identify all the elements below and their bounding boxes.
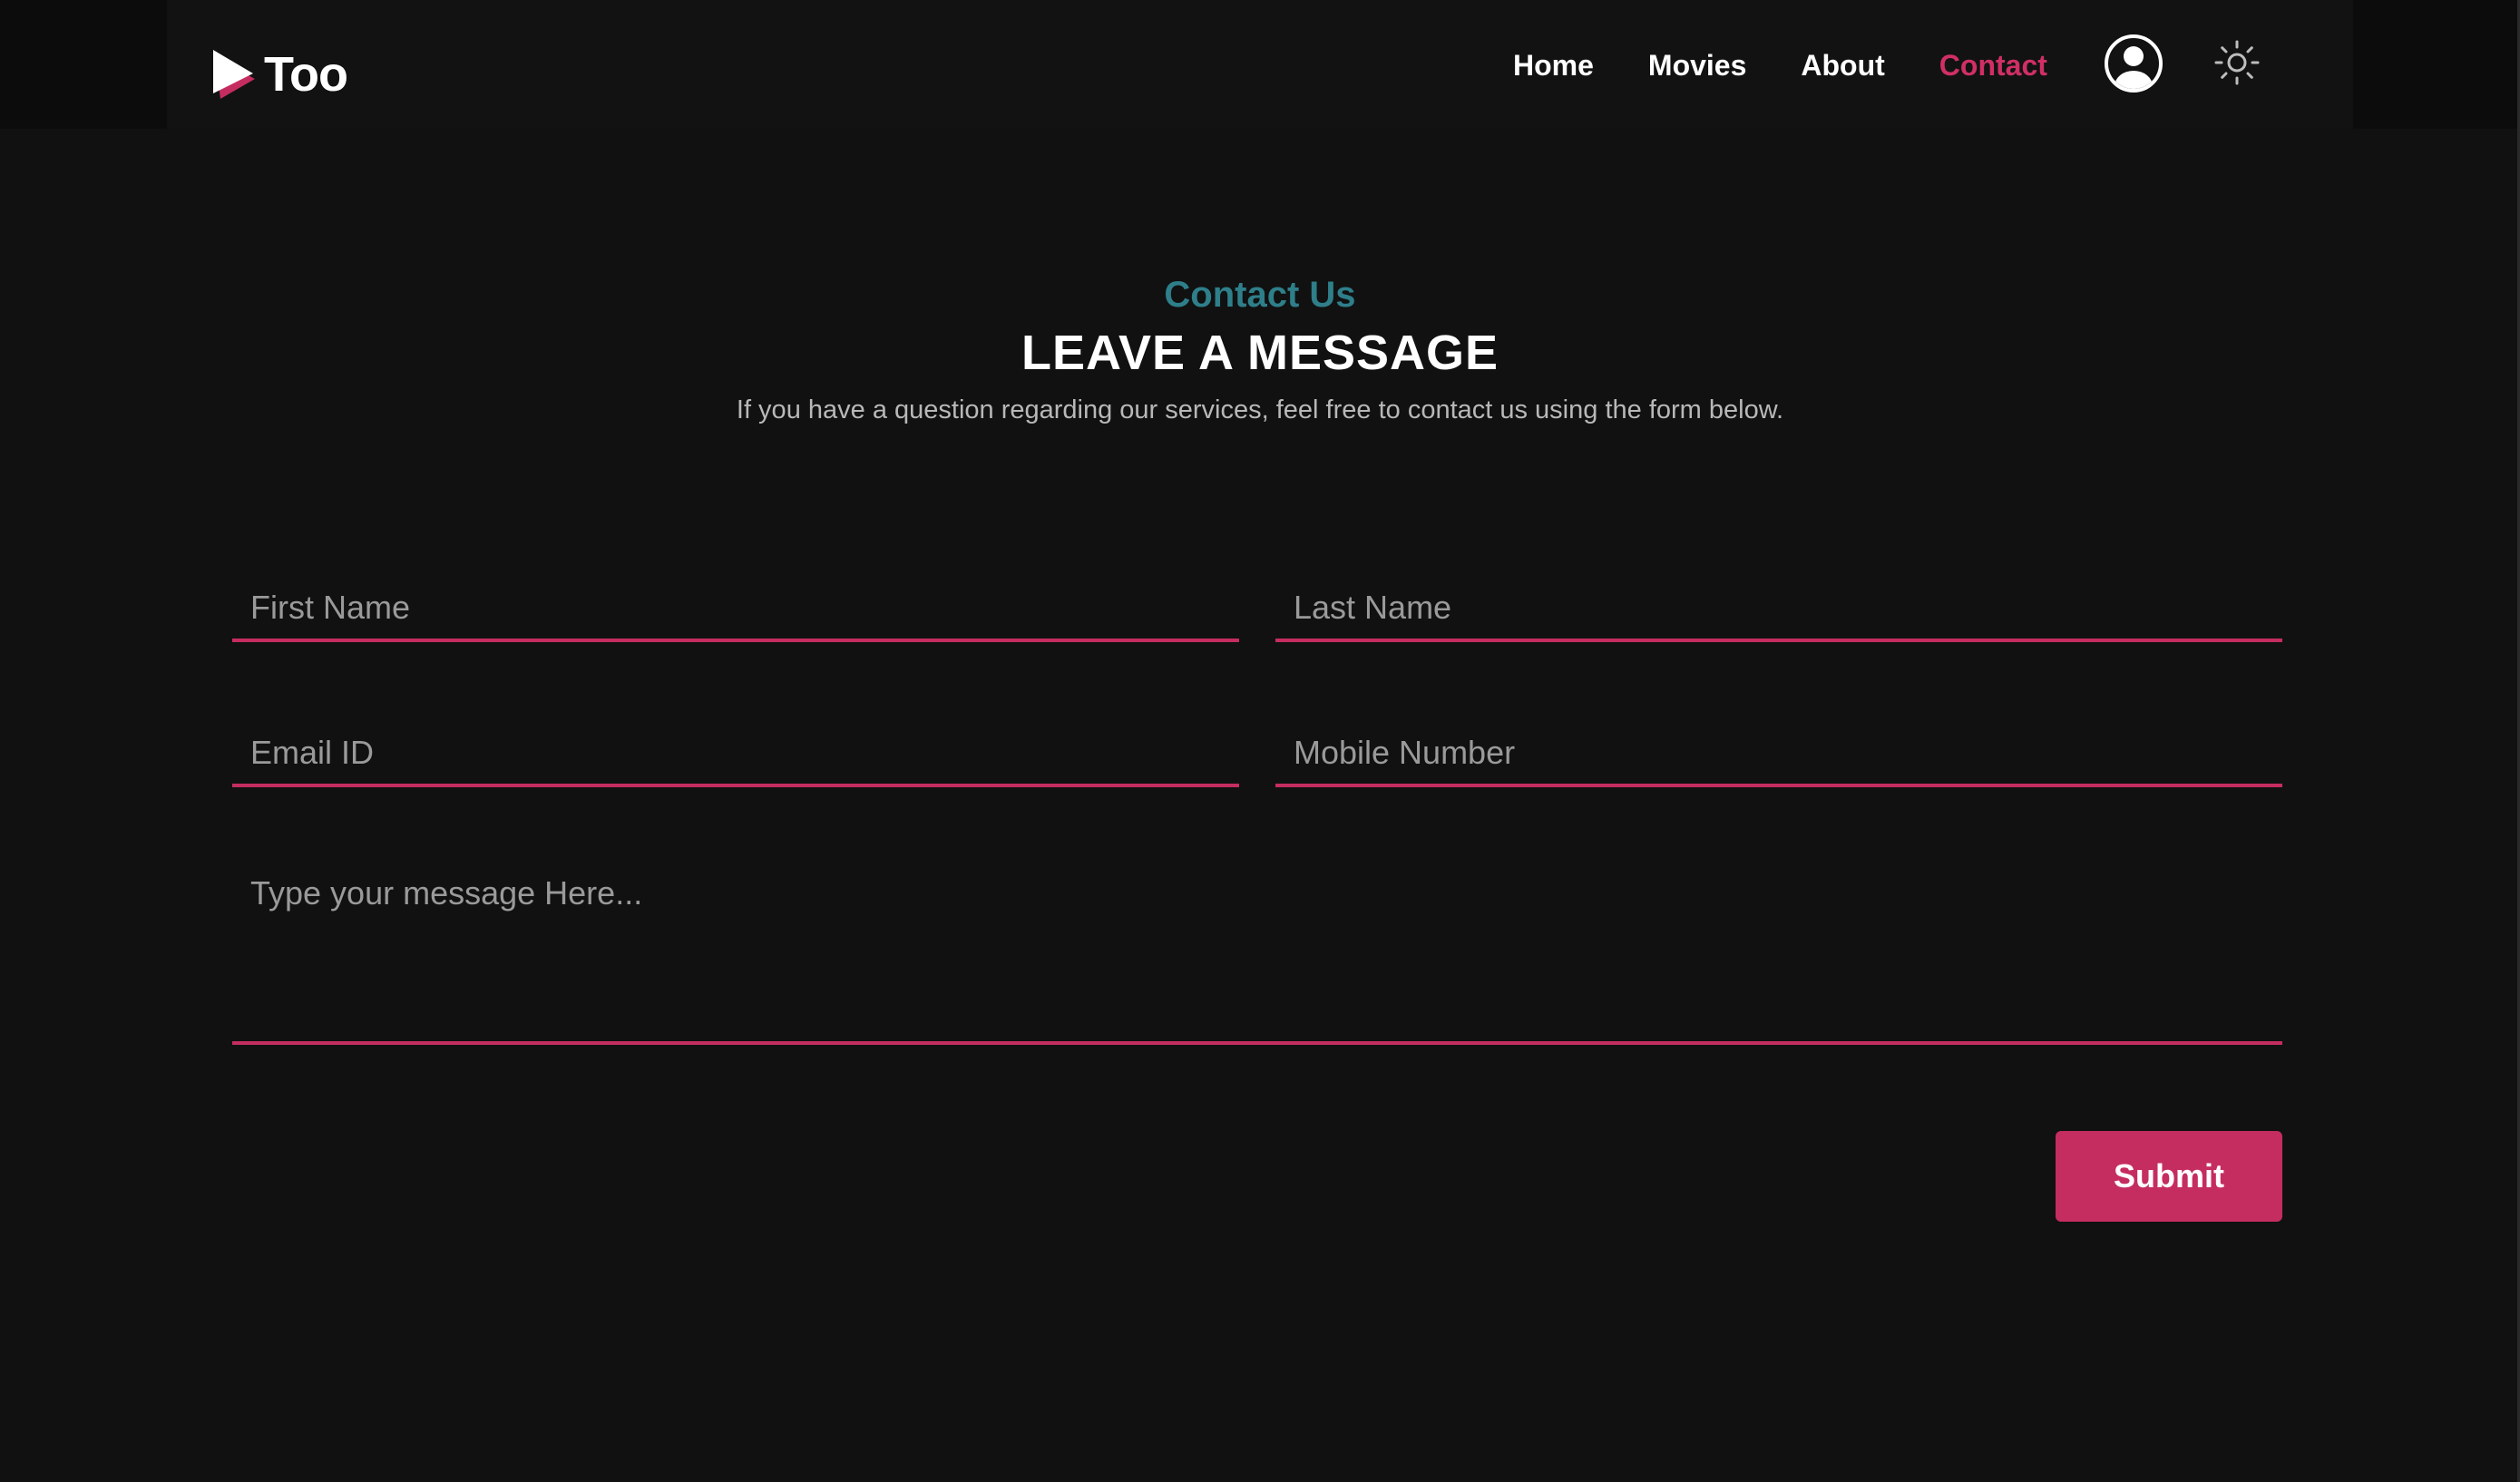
message-field-wrapper [232, 867, 2282, 1045]
brand-name: Too [264, 47, 348, 102]
nav-home[interactable]: Home [1513, 49, 1594, 83]
nav-about[interactable]: About [1801, 49, 1884, 83]
play-logo-icon [213, 50, 255, 99]
last-name-input[interactable] [1275, 577, 2282, 639]
email-field-wrapper [232, 722, 1239, 787]
site-header: Too Home Movies About Contact [0, 0, 2520, 129]
last-name-field-wrapper [1275, 577, 2282, 642]
page-subtitle: If you have a question regarding our ser… [736, 395, 1784, 424]
contact-page: Too Home Movies About Contact Contact Us… [0, 0, 2520, 1482]
contact-heading: Contact Us LEAVE A MESSAGE If you have a… [0, 270, 2520, 428]
message-textarea[interactable] [232, 867, 2282, 1041]
nav-contact[interactable]: Contact [1939, 49, 2047, 83]
nav-movies[interactable]: Movies [1648, 49, 1746, 83]
main-nav: Home Movies About Contact [1513, 42, 2102, 89]
section-eyebrow: Contact Us [1164, 275, 1356, 315]
first-name-input[interactable] [232, 577, 1239, 639]
brand-logo[interactable]: Too [211, 45, 348, 103]
sun-icon[interactable] [2213, 39, 2261, 86]
page-title: LEAVE A MESSAGE [1021, 326, 1499, 380]
email-input[interactable] [232, 722, 1239, 784]
submit-button[interactable]: Submit [2056, 1131, 2282, 1222]
user-circle-icon[interactable] [2104, 34, 2163, 93]
mobile-number-input[interactable] [1275, 722, 2282, 784]
first-name-field-wrapper [232, 577, 1239, 642]
mobile-field-wrapper [1275, 722, 2282, 787]
